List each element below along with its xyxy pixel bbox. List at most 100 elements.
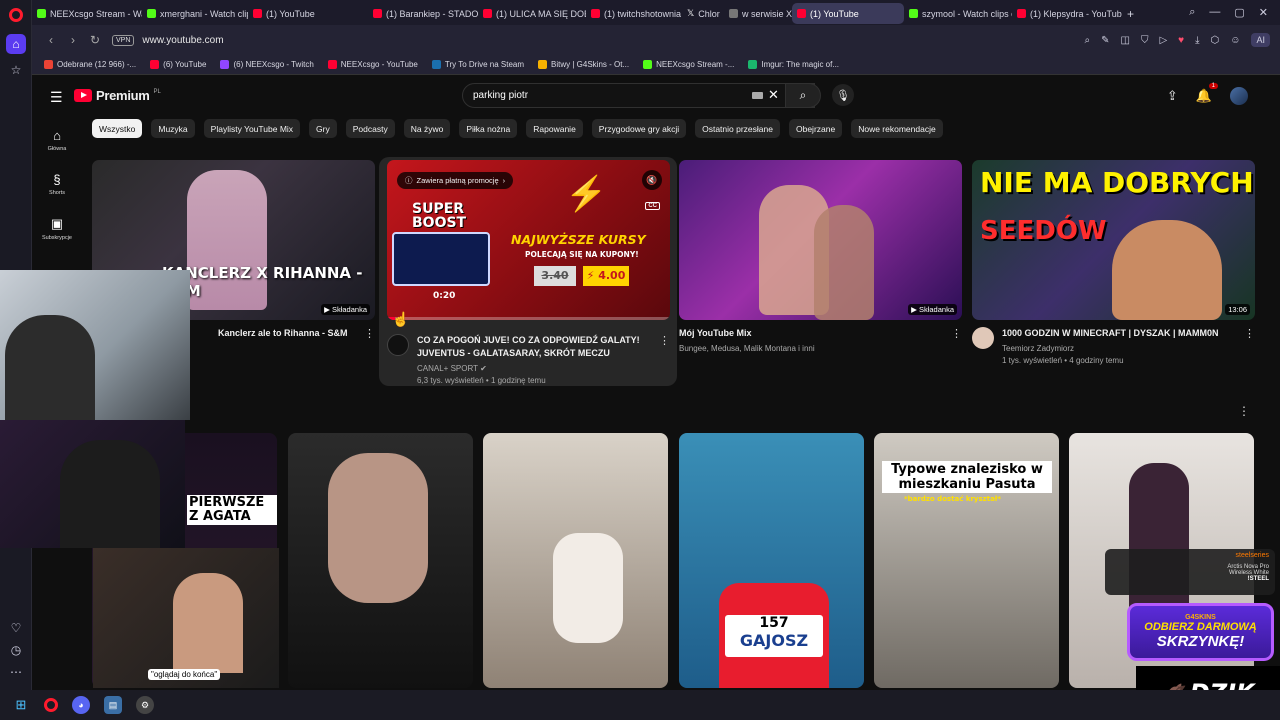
windows-start-icon[interactable]: ⊞ — [12, 696, 30, 714]
short-card[interactable] — [288, 433, 473, 688]
opera-logo-icon[interactable] — [9, 8, 23, 22]
maximize-icon[interactable]: ▢ — [1234, 6, 1244, 19]
file-explorer-icon[interactable]: ▤ — [104, 696, 122, 714]
chip[interactable]: Podcasty — [345, 119, 395, 138]
opera-taskbar-icon[interactable] — [44, 698, 58, 712]
search-button[interactable]: ⌕ — [785, 83, 821, 108]
shield-icon[interactable]: ⛉ — [1141, 35, 1149, 46]
workspace-home-icon[interactable]: ⌂ — [6, 34, 26, 54]
youtube-logo[interactable]: Premium PL — [74, 88, 161, 103]
chip[interactable]: Piłka nożna — [459, 119, 518, 138]
more-options-icon[interactable]: ⋮ — [364, 327, 375, 340]
upload-icon[interactable]: ⇪ — [1167, 88, 1178, 104]
chip[interactable]: Gry — [309, 119, 337, 138]
tab[interactable]: (1) twitchshotownia - Yo — [586, 3, 682, 24]
video-title[interactable]: 1000 GODZIN W MINECRAFT | DYSZAK | MAMM0… — [1002, 327, 1219, 340]
heart-icon[interactable]: ♥ — [1178, 35, 1184, 46]
bookmark[interactable]: Odebrane (12 966) -... — [44, 60, 136, 69]
captions-icon[interactable]: CC — [645, 202, 660, 210]
new-tab-icon[interactable]: + — [1122, 3, 1142, 24]
search-tabs-icon[interactable]: ⌕ — [1189, 6, 1195, 19]
channel-name[interactable]: Bungee, Medusa, Malik Montana i inni — [679, 343, 815, 354]
bookmark[interactable]: (6) YouTube — [150, 60, 206, 69]
video-card-hovered[interactable]: ⓘ Zawiera płatną promocję › 🔇 CC SUPER BOO… — [379, 157, 677, 386]
video-thumbnail[interactable]: ▶ Składanka — [679, 160, 962, 320]
tab[interactable]: (1) Barankiep - STADO - — [368, 3, 478, 24]
voice-search-button[interactable]: 🎙 — [832, 84, 854, 106]
chip[interactable]: Rapowanie — [526, 119, 583, 138]
bookmark[interactable]: Bitwy | G4Skins - Ot... — [538, 60, 629, 69]
tab-active[interactable]: (1) YouTube — [792, 3, 904, 24]
bookmark[interactable]: Imgur: The magic of... — [748, 60, 839, 69]
video-title[interactable]: Kanclerz ale to Rihanna - S&M — [218, 327, 348, 340]
video-card[interactable]: ▶ Składanka Mój YouTube Mix Bungee, Medu… — [679, 160, 962, 354]
short-card[interactable] — [483, 433, 668, 688]
nav-item-subscriptions[interactable]: ▣ Subskrypcje — [32, 206, 82, 250]
play-icon[interactable]: ▷ — [1159, 35, 1167, 46]
tab[interactable]: NEEXcsgo Stream - Watc — [32, 3, 142, 24]
camera-icon[interactable]: ◫ — [1121, 35, 1130, 46]
discord-icon[interactable]: ◕ — [72, 696, 90, 714]
shorts-more-icon[interactable]: ⋮ — [1238, 404, 1250, 418]
tab[interactable]: 𝕏 Chlor — [682, 3, 724, 24]
channel-name[interactable]: Teemiorz Zadymiorz — [1002, 343, 1219, 354]
chip[interactable]: Wszystko — [92, 119, 143, 138]
back-icon[interactable]: ‹ — [40, 33, 62, 47]
video-thumbnail[interactable]: NIE MA DOBRYCH SEEDÓW 13:06 — [972, 160, 1255, 320]
chip[interactable]: Nowe rekomendacje — [851, 119, 943, 138]
bookmark[interactable]: Try To Drive na Steam — [431, 60, 524, 69]
edit-icon[interactable]: ✎ — [1101, 35, 1109, 46]
chip[interactable]: Playlisty YouTube Mix — [203, 119, 301, 138]
chip[interactable]: Na żywo — [403, 119, 451, 138]
video-title[interactable]: Mój YouTube Mix — [679, 327, 815, 340]
tab[interactable]: szymool - Watch clips o — [904, 3, 1012, 24]
nav-item-home[interactable]: ⌂ Główna — [32, 118, 82, 162]
profile-icon[interactable]: ☺ — [1230, 35, 1240, 46]
channel-name[interactable]: CANAL+ SPORT ✔ — [417, 363, 651, 374]
forward-icon[interactable]: › — [62, 33, 84, 47]
more-options-icon[interactable]: ⋮ — [951, 327, 962, 354]
video-preview[interactable]: ⓘ Zawiera płatną promocję › 🔇 CC SUPER BOO… — [387, 160, 670, 320]
chip[interactable]: Ostatnio przesłane — [695, 119, 780, 138]
close-icon[interactable]: ✕ — [1259, 6, 1268, 19]
mute-icon[interactable]: 🔇 — [642, 170, 662, 190]
more-icon[interactable]: ⋯ — [6, 662, 26, 682]
heart-icon[interactable]: ♡ — [6, 618, 26, 638]
keyboard-icon[interactable] — [752, 92, 763, 99]
minimize-icon[interactable]: — — [1209, 6, 1220, 19]
search-page-icon[interactable]: ⌕ — [1085, 35, 1091, 46]
ai-button[interactable]: AI — [1251, 33, 1270, 47]
short-card[interactable]: Typowe znalezisko w mieszkaniu Pasuta *b… — [874, 433, 1059, 688]
reload-icon[interactable]: ↻ — [84, 33, 106, 47]
url-field[interactable]: www.youtube.com — [142, 35, 223, 46]
chip[interactable]: Przygodowe gry akcji — [591, 119, 687, 138]
nav-item-shorts[interactable]: § Shorts — [32, 162, 82, 206]
bookmark[interactable]: NEEXcsgo - YouTube — [327, 60, 418, 69]
tab[interactable]: xmerghani - Watch clips — [142, 3, 248, 24]
tab[interactable]: (1) ULICA MA SIĘ DOBRZ — [478, 3, 586, 24]
avatar[interactable] — [1230, 87, 1248, 105]
chip[interactable]: Obejrzane — [788, 119, 843, 138]
channel-avatar[interactable] — [972, 327, 994, 349]
tab[interactable]: w serwisie X — [724, 3, 792, 24]
history-icon[interactable]: ◷ — [6, 640, 26, 660]
bookmark[interactable]: NEEXcsgo Stream -... — [643, 60, 734, 69]
more-options-icon[interactable]: ⋮ — [1244, 327, 1255, 366]
tab[interactable]: (1) Klepsydra - YouTube — [1012, 3, 1122, 24]
clear-search-icon[interactable]: ✕ — [768, 87, 779, 103]
bookmark[interactable]: (6) NEEXcsgo - Twitch — [220, 60, 314, 69]
download-icon[interactable]: ⤓ — [1195, 35, 1199, 46]
video-title[interactable]: CO ZA POGOŃ JUVE! CO ZA ODPOWIEDŹ GALATY… — [417, 334, 651, 360]
menu-icon[interactable]: ☰ — [50, 89, 63, 106]
notifications-button[interactable]: 🔔 1 — [1196, 83, 1218, 104]
vpn-badge[interactable]: VPN — [112, 34, 135, 46]
pinboard-icon[interactable]: ☆ — [6, 60, 26, 80]
video-progress[interactable] — [387, 317, 670, 320]
extensions-icon[interactable]: ⬡ — [1211, 35, 1220, 46]
tab[interactable]: (1) YouTube — [248, 3, 368, 24]
channel-avatar[interactable] — [387, 334, 409, 356]
short-card[interactable]: 157 GAJOSZ — [679, 433, 864, 688]
settings-icon[interactable]: ⚙ — [136, 696, 154, 714]
more-options-icon[interactable]: ⋮ — [659, 334, 670, 386]
video-card[interactable]: NIE MA DOBRYCH SEEDÓW 13:06 1000 GODZIN … — [972, 160, 1255, 366]
